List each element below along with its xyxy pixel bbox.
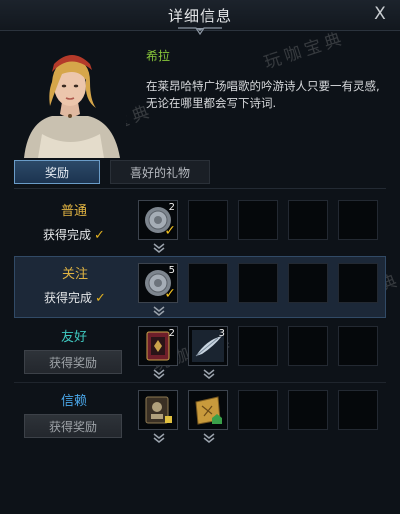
status-text: 获得完成 [44, 291, 93, 305]
reward-slot[interactable] [188, 390, 228, 430]
claim-reward-button[interactable]: 获得奖励 [24, 414, 122, 438]
reward-slot-empty [238, 390, 278, 430]
reward-slot-empty [288, 200, 328, 240]
status-complete: 获得完成 ✓ [15, 289, 135, 306]
reward-slot[interactable]: 2 [138, 326, 178, 366]
portrait-scroll-icon [145, 396, 172, 424]
reward-slot-empty [288, 263, 328, 303]
reward-slot[interactable]: 3 [188, 326, 228, 366]
expand-chevron-icon[interactable] [152, 368, 166, 380]
close-button[interactable]: X [370, 4, 390, 24]
tab-rewards[interactable]: 奖励 [14, 160, 100, 184]
quantity: 5 [168, 265, 175, 276]
reward-slot-empty [338, 263, 378, 303]
reward-slot-empty [338, 200, 378, 240]
expand-chevron-icon[interactable] [202, 432, 216, 444]
reward-slot-empty [238, 326, 278, 366]
divider [14, 188, 386, 189]
title-bar: 详细信息 X [0, 0, 400, 36]
tab-favorite-gifts[interactable]: 喜好的礼物 [110, 160, 210, 184]
reward-slot-empty [338, 326, 378, 366]
reward-row-trust: 信赖 获得奖励 [14, 384, 386, 446]
reward-slot[interactable]: 2 ✓ [138, 200, 178, 240]
map-house-icon [195, 396, 222, 425]
check-icon: ✓ [95, 291, 106, 306]
reward-slot-empty [288, 326, 328, 366]
npc-description: 在莱昂哈特广场唱歌的吟游诗人只要一有灵感,无论在哪里都会写下诗词. [146, 79, 380, 110]
status-text: 获得完成 [43, 228, 92, 242]
reward-slot-empty [188, 200, 228, 240]
claimed-check-icon: ✓ [164, 223, 176, 239]
reward-slot-empty [288, 390, 328, 430]
watermark: 玩咖宝典 [261, 28, 348, 74]
reward-row-attention: 关注 获得完成 ✓ 5 ✓ [14, 256, 386, 318]
claim-reward-button[interactable]: 获得奖励 [24, 350, 122, 374]
reward-slot[interactable]: 5 ✓ [138, 263, 178, 303]
reward-slot-empty [188, 263, 228, 303]
reward-slot-empty [238, 200, 278, 240]
expand-chevron-icon[interactable] [152, 432, 166, 444]
reward-row-normal: 普通 获得完成 ✓ 2 ✓ [14, 194, 386, 256]
reward-row-friendly: 友好 获得奖励 2 3 [14, 320, 386, 382]
tier-label: 普通 [60, 204, 87, 219]
npc-name: 希拉 [146, 49, 171, 63]
expand-chevron-icon[interactable] [202, 368, 216, 380]
status-complete: 获得完成 ✓ [14, 226, 134, 243]
check-icon: ✓ [94, 228, 105, 243]
expand-chevron-icon[interactable] [152, 305, 166, 317]
quantity: 2 [168, 202, 175, 213]
npc-portrait [14, 38, 126, 158]
quantity: 3 [218, 328, 225, 339]
tier-label: 关注 [61, 267, 88, 282]
title-ornament-icon [178, 27, 222, 36]
tier-label: 信赖 [60, 394, 87, 409]
quantity: 2 [168, 328, 175, 339]
reward-slot-empty [338, 390, 378, 430]
reward-slot-empty [238, 263, 278, 303]
reward-slot[interactable] [138, 390, 178, 430]
window-title: 详细信息 [167, 7, 232, 25]
expand-chevron-icon[interactable] [152, 242, 166, 254]
tier-label: 友好 [60, 330, 87, 345]
claimed-check-icon: ✓ [164, 286, 176, 302]
row-separator [14, 382, 386, 383]
